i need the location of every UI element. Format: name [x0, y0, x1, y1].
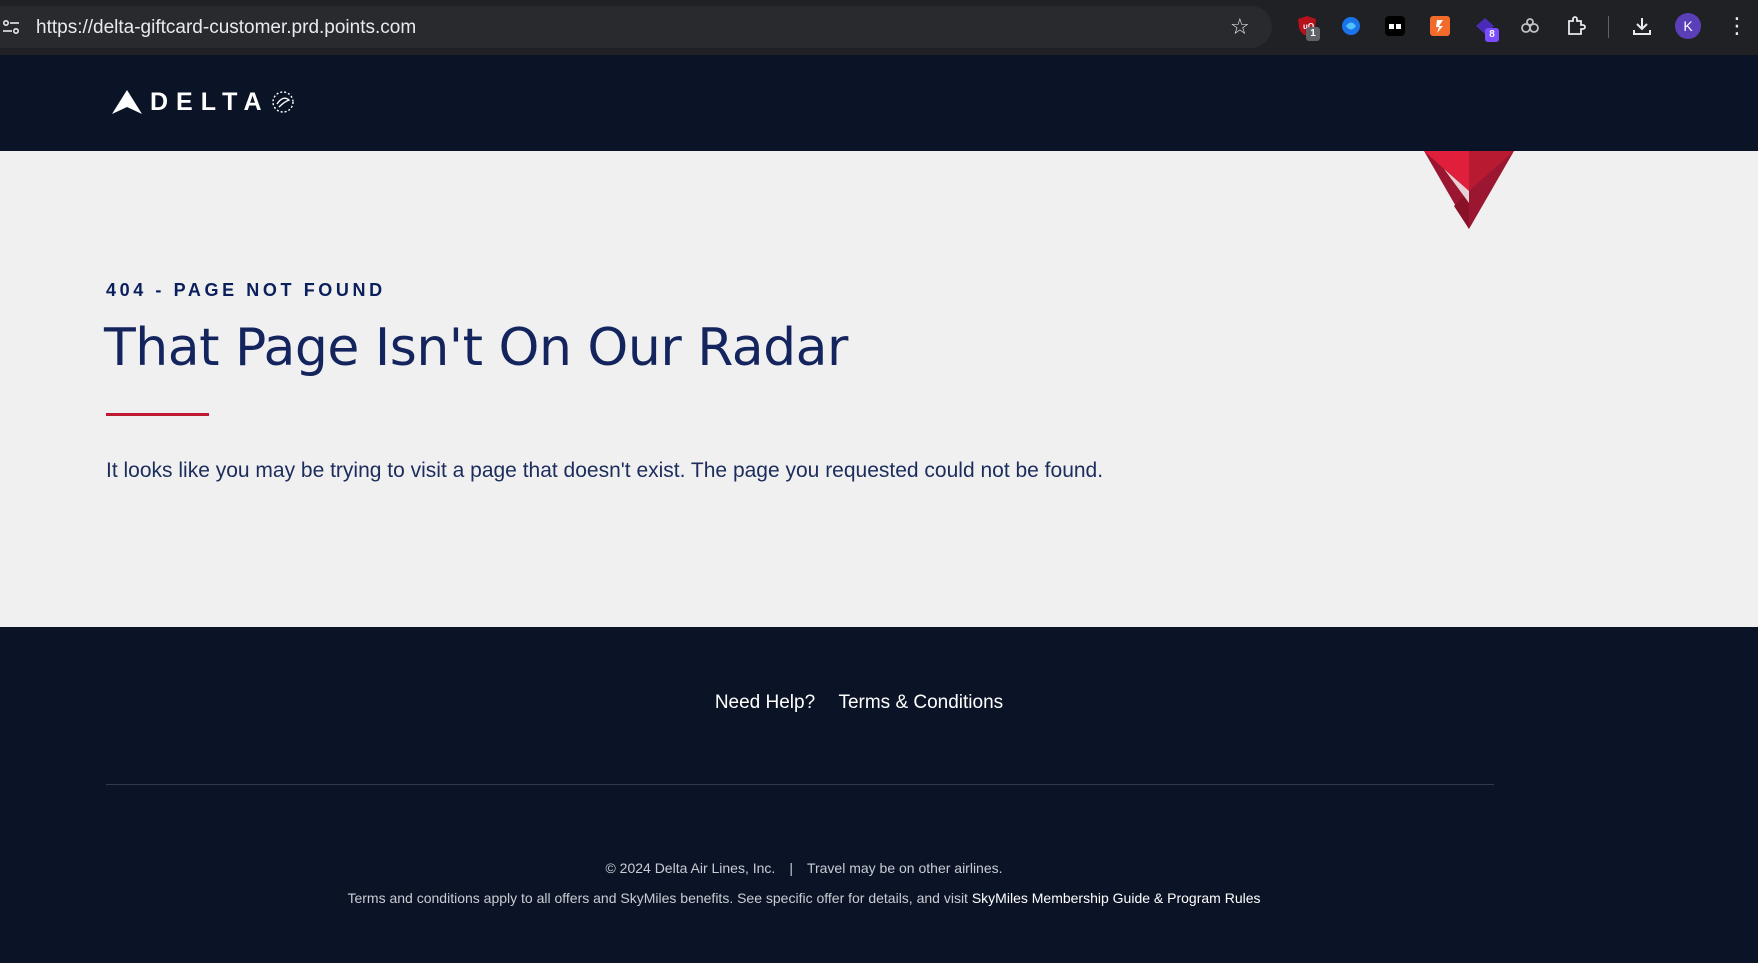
extension-purple-icon[interactable]: 8: [1474, 15, 1499, 42]
download-icon[interactable]: [1631, 15, 1653, 37]
skymiles-guide-link[interactable]: SkyMiles Membership Guide & Program Rule…: [972, 890, 1261, 906]
extensions-puzzle-icon[interactable]: [1565, 15, 1587, 37]
extension-dark-icon[interactable]: [1384, 15, 1406, 37]
url-text[interactable]: https://delta-giftcard-customer.prd.poin…: [36, 17, 416, 39]
extension-badge: 1: [1306, 27, 1320, 41]
site-footer: Need Help? Terms & Conditions © 2024 Del…: [0, 627, 1758, 963]
delta-widget-logo-icon: [112, 90, 142, 114]
delta-widget-icon: [1424, 151, 1514, 229]
address-bar[interactable]: https://delta-giftcard-customer.prd.poin…: [0, 6, 1272, 48]
bookmark-star-icon[interactable]: ☆: [1230, 16, 1250, 38]
footer-divider: [106, 784, 1494, 785]
delta-logo[interactable]: DELTA: [112, 88, 296, 116]
terms-text: Terms and conditions apply to all offers…: [347, 890, 968, 906]
footer-links: Need Help? Terms & Conditions: [0, 692, 1718, 714]
ublock-extension-icon[interactable]: uO 1: [1296, 15, 1320, 41]
terms-conditions-link[interactable]: Terms & Conditions: [838, 692, 1003, 713]
error-code-label: 404 - PAGE NOT FOUND: [106, 280, 386, 300]
extension-badge: 8: [1485, 28, 1499, 42]
error-message: It looks like you may be trying to visit…: [106, 459, 1104, 482]
main-content: 404 - PAGE NOT FOUND That Page Isn't On …: [0, 151, 1758, 627]
copyright-text: © 2024 Delta Air Lines, Inc.: [605, 860, 776, 876]
page-title: That Page Isn't On Our Radar: [104, 318, 848, 378]
copyright-line: © 2024 Delta Air Lines, Inc. | Travel may …: [0, 860, 1608, 876]
site-info-icon[interactable]: [2, 20, 20, 34]
brand-text: DELTA: [150, 87, 270, 116]
toolbar-divider: [1608, 16, 1609, 38]
separator: |: [789, 860, 793, 876]
need-help-link[interactable]: Need Help?: [715, 692, 815, 713]
browser-toolbar: https://delta-giftcard-customer.prd.poin…: [0, 0, 1758, 55]
site-header: DELTA: [0, 55, 1758, 151]
extension-orange-icon[interactable]: [1429, 15, 1451, 37]
browser-menu-icon[interactable]: ⋮: [1726, 12, 1748, 40]
accent-divider: [106, 413, 209, 416]
extension-gray-icon[interactable]: [1519, 15, 1541, 37]
anniversary-seal-icon: [271, 91, 294, 113]
extension-blue-icon[interactable]: [1340, 15, 1362, 37]
terms-disclaimer: Terms and conditions apply to all offers…: [0, 890, 1608, 906]
profile-avatar[interactable]: K: [1675, 13, 1701, 39]
travel-note: Travel may be on other airlines.: [806, 860, 1003, 876]
